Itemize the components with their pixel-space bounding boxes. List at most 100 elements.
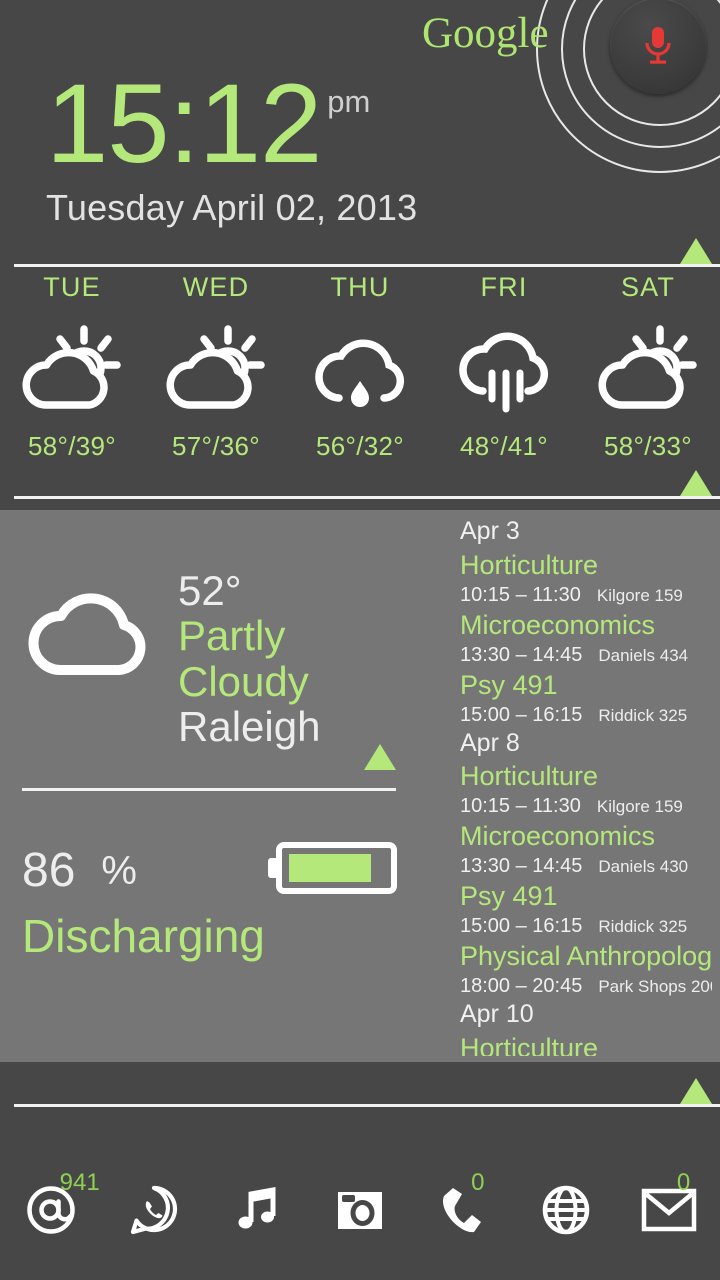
agenda-event[interactable]: Horticulture 10:15 – 11:30 Kilgore 159 <box>460 759 712 819</box>
agenda-event-detail: 15:00 – 16:15 Riddick 325 <box>460 702 712 728</box>
divider-weather-battery <box>22 788 396 791</box>
current-weather-widget[interactable]: 52° Partly Cloudy Raleigh <box>14 568 424 749</box>
agenda-event[interactable]: Microeconomics 13:30 – 14:45 Daniels 434 <box>460 608 712 668</box>
forecast-day-label: TUE <box>43 272 101 302</box>
music-note-icon <box>238 1187 276 1229</box>
camera-icon <box>338 1192 382 1229</box>
current-weather-text: 52° Partly Cloudy Raleigh <box>172 567 424 751</box>
forecast-day-column[interactable]: WED 57°/36° <box>144 272 288 494</box>
weather-expand-arrow[interactable] <box>680 470 712 496</box>
weather-panel-expand-arrow[interactable] <box>364 744 396 770</box>
forecast-temps: 56°/32° <box>316 431 404 461</box>
current-location: Raleigh <box>178 703 321 751</box>
agenda-event-time: 18:00 – 20:45 <box>460 975 583 998</box>
dock-item-browser[interactable] <box>514 1155 617 1265</box>
forecast-temps: 48°/41° <box>460 431 548 461</box>
agenda-event-location: Riddick 325 <box>598 705 688 725</box>
agenda-event-detail: 18:00 – 20:45 Park Shops 200 <box>460 973 712 999</box>
agenda-event-time: 10:15 – 11:30 <box>460 583 581 606</box>
agenda-event[interactable]: Psy 491 15:00 – 16:15 Riddick 325 <box>460 668 712 728</box>
forecast-day-column[interactable]: SAT 58°/33° <box>576 272 720 494</box>
dock-item-mail[interactable]: 0 <box>617 1155 720 1265</box>
battery-widget[interactable]: 86 % Discharging <box>22 840 422 962</box>
calendar-agenda-widget[interactable]: Apr 3 Horticulture 10:15 – 11:30 Kilgore… <box>460 516 712 1056</box>
middle-panel: 52° Partly Cloudy Raleigh 86 % Dischargi… <box>0 510 720 1062</box>
clock-ampm: pm <box>327 84 371 119</box>
forecast-day-label: WED <box>182 272 250 302</box>
partly-cloudy-icon <box>162 321 270 417</box>
agenda-date-header: Apr 3 <box>460 517 520 545</box>
dock-item-music[interactable] <box>206 1155 309 1265</box>
forecast-day-column[interactable]: TUE 58°/39° <box>0 272 144 494</box>
weather-forecast-strip[interactable]: TUE 58°/39° WED 57°/36° THU 56°/32° FRI … <box>0 272 720 494</box>
forecast-temps: 58°/39° <box>28 431 116 461</box>
dock-item-email[interactable]: 941 <box>0 1155 103 1265</box>
battery-status: Discharging <box>22 910 265 962</box>
divider-above-forecast <box>14 264 720 267</box>
dock-expand-arrow[interactable] <box>680 1078 712 1104</box>
voice-search-button[interactable] <box>610 0 706 94</box>
forecast-day-column[interactable]: FRI 48°/41° <box>432 272 576 494</box>
cloud-icon <box>14 568 172 687</box>
forecast-temps: 58°/33° <box>604 431 692 461</box>
agenda-event[interactable]: Physical Anthropology 18:00 – 20:45 Park… <box>460 939 712 999</box>
agenda-event-location: Kilgore 159 <box>596 797 683 817</box>
agenda-event-detail: 10:15 – 11:30 Kilgore 159 <box>460 582 712 608</box>
clock-time-row: 15:12 pm <box>46 61 417 186</box>
cloud-rain-icon <box>450 321 558 417</box>
forecast-temps: 57°/36° <box>172 431 260 461</box>
agenda-event-time: 13:30 – 14:45 <box>460 643 583 666</box>
agenda-event-location: Daniels 430 <box>598 857 689 877</box>
battery-percent-sign: % <box>101 848 137 893</box>
agenda-event[interactable]: Psy 491 15:00 – 16:15 Riddick 325 <box>460 879 712 939</box>
clock-time: 15:12 <box>46 61 322 186</box>
agenda-event-title: Psy 491 <box>460 881 558 912</box>
dock-item-whatsapp[interactable] <box>103 1155 206 1265</box>
battery-percent: 86 <box>22 843 76 897</box>
agenda-event-title: Microeconomics <box>460 609 656 640</box>
agenda-event-location: Daniels 434 <box>598 645 689 665</box>
agenda-event-time: 15:00 – 16:15 <box>460 703 583 726</box>
dock-badge-email: 941 <box>59 1169 100 1196</box>
agenda-event-detail: 15:00 – 16:15 Riddick 325 <box>460 913 712 939</box>
google-logo: Google <box>422 10 549 57</box>
agenda-date-header: Apr 10 <box>460 1000 534 1029</box>
agenda-event-detail: 10:15 – 11:30 Kilgore 159 <box>460 793 712 819</box>
forecast-expand-arrow[interactable] <box>680 238 712 264</box>
partly-cloudy-icon <box>18 321 126 417</box>
battery-icon <box>266 840 400 901</box>
home-screen: Google 15:12 pm Tuesday April 02, 2013 T… <box>0 0 720 1280</box>
agenda-date-header: Apr 8 <box>460 728 520 757</box>
current-condition: Partly Cloudy <box>178 612 309 705</box>
agenda-event-location: Riddick 325 <box>598 917 688 937</box>
battery-top-row: 86 % <box>22 840 422 901</box>
agenda-event-title: Physical Anthropology <box>460 941 712 972</box>
whatsapp-icon <box>131 1185 178 1235</box>
cloud-drizzle-icon <box>306 321 414 417</box>
globe-browser-icon <box>542 1185 589 1235</box>
current-temperature: 52° <box>178 567 242 614</box>
clock-date: Tuesday April 02, 2013 <box>46 187 418 229</box>
agenda-event-time: 10:15 – 11:30 <box>460 795 581 818</box>
agenda-event[interactable]: Horticulture <box>460 1031 712 1056</box>
microphone-icon <box>645 27 671 64</box>
agenda-event[interactable]: Horticulture 10:15 – 11:30 Kilgore 159 <box>460 548 712 608</box>
agenda-event-title: Psy 491 <box>460 669 558 700</box>
agenda-event-title: Microeconomics <box>460 821 656 852</box>
app-dock: 941 0 0 <box>0 1140 720 1280</box>
dock-badge-phone: 0 <box>471 1169 485 1196</box>
agenda-event-title: Horticulture <box>460 761 599 792</box>
forecast-day-column[interactable]: THU 56°/32° <box>288 272 432 494</box>
agenda-event-title: Horticulture <box>460 1032 599 1056</box>
dock-badge-mail: 0 <box>676 1169 691 1196</box>
agenda-event-detail: 13:30 – 14:45 Daniels 430 <box>460 853 712 879</box>
agenda-event-time: 15:00 – 16:15 <box>460 915 583 938</box>
google-search-widget[interactable]: Google <box>400 0 720 173</box>
agenda-event[interactable]: Microeconomics 13:30 – 14:45 Daniels 430 <box>460 819 712 879</box>
dock-item-camera[interactable] <box>309 1155 412 1265</box>
divider-above-dock <box>14 1104 720 1107</box>
agenda-event-title: Horticulture <box>460 549 599 580</box>
clock-widget[interactable]: 15:12 pm Tuesday April 02, 2013 <box>46 61 418 229</box>
dock-item-phone[interactable]: 0 <box>411 1155 514 1265</box>
agenda-event-location: Park Shops 200 <box>598 977 712 997</box>
